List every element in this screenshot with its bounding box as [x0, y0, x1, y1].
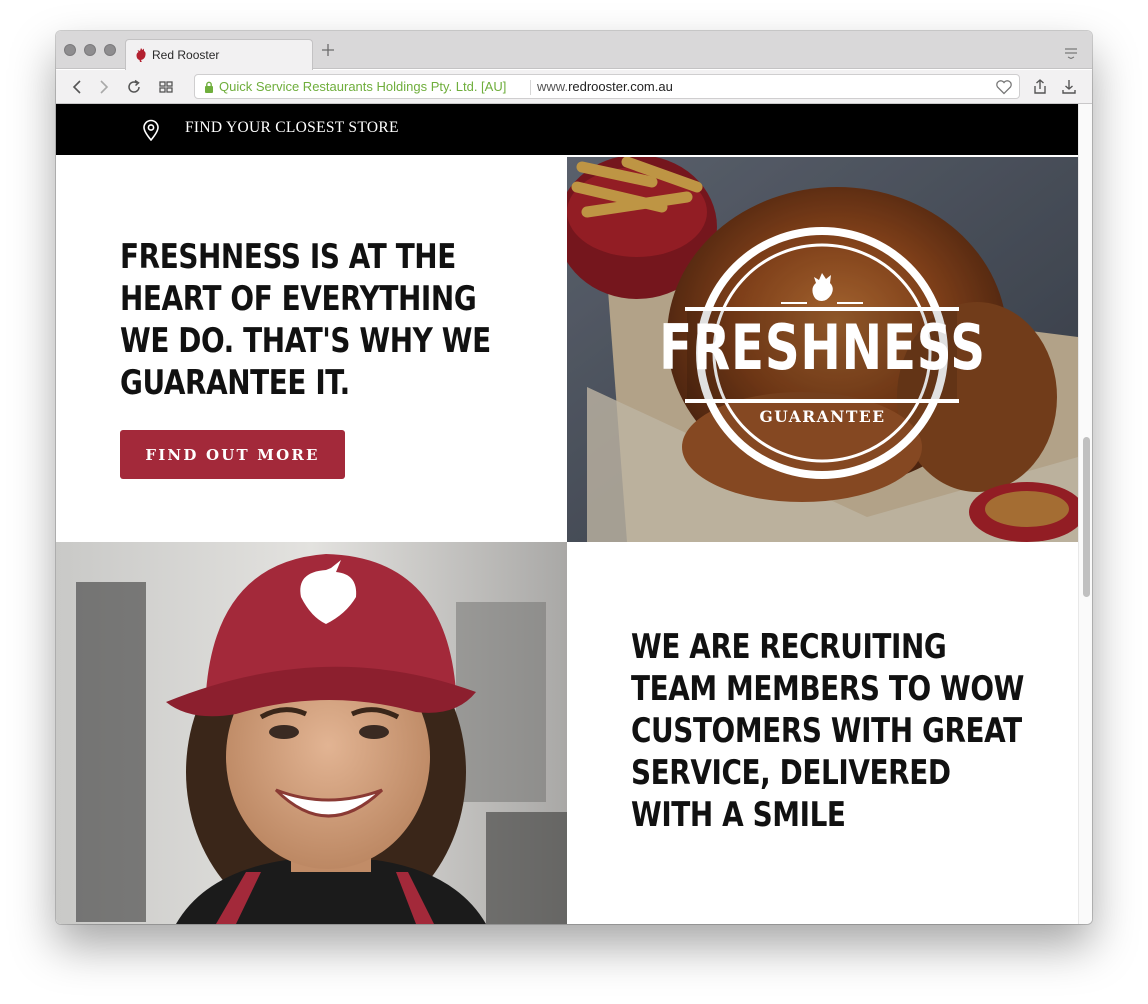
- forward-arrow-icon[interactable]: [94, 78, 112, 96]
- freshness-guarantee-image: FRESHNESS GUARANTEE: [567, 157, 1078, 542]
- back-arrow-icon[interactable]: [69, 78, 87, 96]
- url-text: www.redrooster.com.au: [537, 79, 673, 94]
- close-window-button[interactable]: [64, 44, 76, 56]
- sidebar-grid-icon[interactable]: [157, 78, 175, 96]
- rooster-favicon-icon: [136, 48, 146, 62]
- page-viewport: FIND YOUR CLOSEST STORE FRESHNESS IS AT …: [56, 104, 1078, 924]
- recruiting-heading: WE ARE RECRUITING TEAM MEMBERS TO WOW CU…: [631, 627, 1025, 835]
- address-divider: [530, 80, 531, 95]
- tab-title: Red Rooster: [152, 48, 220, 62]
- vertical-scrollbar[interactable]: [1078, 104, 1092, 924]
- new-tab-plus-icon[interactable]: [319, 41, 337, 59]
- certificate-owner: Quick Service Restaurants Holdings Pty. …: [219, 79, 507, 94]
- minimize-window-button[interactable]: [84, 44, 96, 56]
- find-out-more-button[interactable]: FIND OUT MORE: [120, 430, 345, 479]
- tab-strip: Red Rooster: [56, 31, 1092, 70]
- browser-toolbar: Quick Service Restaurants Holdings Pty. …: [56, 70, 1092, 104]
- heart-favorite-icon[interactable]: [995, 79, 1013, 95]
- share-icon[interactable]: [1031, 78, 1049, 96]
- find-store-link[interactable]: FIND YOUR CLOSEST STORE: [185, 119, 399, 137]
- smiling-team-member-photo: [56, 542, 567, 924]
- url-prefix: www.: [537, 79, 569, 94]
- freshness-heading: FRESHNESS IS AT THE HEART OF EVERYTHING …: [120, 237, 491, 403]
- reload-icon[interactable]: [125, 78, 143, 96]
- lock-icon: [205, 81, 213, 93]
- browser-window: Red Rooster Quick Service Restaurants Ho…: [56, 31, 1092, 924]
- address-bar[interactable]: Quick Service Restaurants Holdings Pty. …: [194, 74, 1020, 99]
- download-icon[interactable]: [1060, 78, 1078, 96]
- location-pin-icon: [143, 119, 159, 141]
- zoom-window-button[interactable]: [104, 44, 116, 56]
- url-host: redrooster.com.au: [568, 79, 673, 94]
- tab-red-rooster[interactable]: Red Rooster: [125, 39, 313, 70]
- badge-sub-text: GUARANTEE: [759, 407, 886, 426]
- team-member-image: [56, 542, 567, 924]
- scrollbar-thumb[interactable]: [1083, 437, 1090, 597]
- tab-overview-menu-icon[interactable]: [1064, 47, 1078, 59]
- badge-main-text: FRESHNESS: [659, 311, 986, 384]
- store-locator-bar[interactable]: FIND YOUR CLOSEST STORE: [56, 104, 1078, 155]
